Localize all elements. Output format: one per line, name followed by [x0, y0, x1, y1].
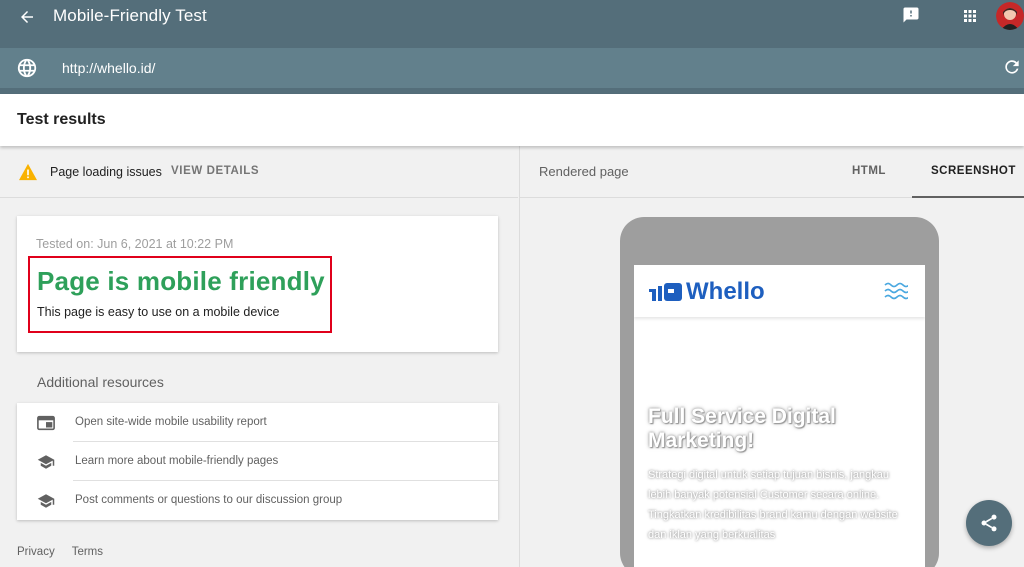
left-panel: Page loading issues VIEW DETAILS Tested …	[0, 146, 518, 567]
page-title: Test results	[17, 111, 106, 128]
resource-label: Open site-wide mobile usability report	[75, 416, 267, 428]
warning-icon	[19, 163, 37, 181]
hero-subtitle: Strategi digital untuk setiap tujuan bis…	[648, 469, 898, 541]
share-icon	[981, 514, 997, 532]
site-navbar: Whello	[634, 265, 925, 317]
school-icon	[37, 455, 55, 469]
apps-grid-icon	[964, 10, 976, 22]
right-panel: Rendered page HTML SCREENSHOT Whello Ful…	[519, 146, 1024, 567]
resource-usability-report[interactable]: Open site-wide mobile usability report	[17, 403, 498, 442]
app-header: Mobile-Friendly Test http://whello.id/	[0, 0, 1024, 94]
url-bar: http://whello.id/	[0, 48, 1024, 88]
reload-icon[interactable]	[1002, 57, 1022, 77]
tab-screenshot-label: SCREENSHOT	[931, 165, 1016, 177]
school-icon	[37, 494, 55, 508]
verdict-subtitle: This page is easy to use on a mobile dev…	[37, 305, 280, 319]
feedback-button[interactable]	[900, 4, 922, 26]
report-icon	[37, 415, 55, 431]
back-button[interactable]	[14, 4, 40, 30]
feedback-icon	[903, 7, 919, 23]
tab-screenshot[interactable]: SCREENSHOT	[912, 146, 1024, 198]
issues-label: Page loading issues	[50, 165, 162, 179]
user-avatar-icon	[996, 2, 1024, 30]
phone-frame: Whello Full Service Digital Marketing! S…	[620, 217, 939, 567]
avatar[interactable]	[996, 2, 1024, 30]
share-button[interactable]	[966, 500, 1012, 546]
apps-button[interactable]	[958, 4, 982, 28]
hero-title: Full Service Digital Marketing!	[648, 405, 836, 452]
resource-learn-more[interactable]: Learn more about mobile-friendly pages	[17, 442, 498, 481]
tested-on-timestamp: Tested on: Jun 6, 2021 at 10:22 PM	[36, 237, 234, 251]
whello-logo-icon	[649, 283, 682, 301]
privacy-link[interactable]: Privacy	[17, 546, 55, 558]
tab-html[interactable]: HTML	[852, 165, 886, 177]
rendered-screenshot[interactable]: Whello Full Service Digital Marketing! S…	[634, 265, 925, 567]
rendered-page-label: Rendered page	[539, 164, 629, 179]
additional-resources-title: Additional resources	[37, 374, 164, 390]
resource-label: Learn more about mobile-friendly pages	[75, 455, 279, 467]
app-title: Mobile-Friendly Test	[53, 6, 207, 25]
terms-link[interactable]: Terms	[72, 546, 103, 558]
issues-bar: Page loading issues VIEW DETAILS	[0, 146, 518, 198]
preview-header: Rendered page HTML SCREENSHOT	[520, 146, 1024, 198]
verdict-title: Page is mobile friendly	[37, 266, 325, 296]
resource-discussion-group[interactable]: Post comments or questions to our discus…	[17, 481, 498, 520]
url-input[interactable]: http://whello.id/	[62, 60, 155, 76]
view-details-button[interactable]: VIEW DETAILS	[171, 165, 259, 177]
arrow-back-icon	[21, 11, 33, 23]
result-card: Tested on: Jun 6, 2021 at 10:22 PM Page …	[17, 216, 498, 352]
footer: Privacy Terms	[17, 546, 117, 558]
results-header: Test results	[0, 94, 1024, 146]
whello-logo-text: Whello	[686, 278, 765, 305]
resources-list: Open site-wide mobile usability report L…	[17, 403, 498, 520]
resource-label: Post comments or questions to our discus…	[75, 494, 343, 506]
wave-menu-icon	[884, 282, 908, 300]
globe-icon	[17, 58, 37, 78]
